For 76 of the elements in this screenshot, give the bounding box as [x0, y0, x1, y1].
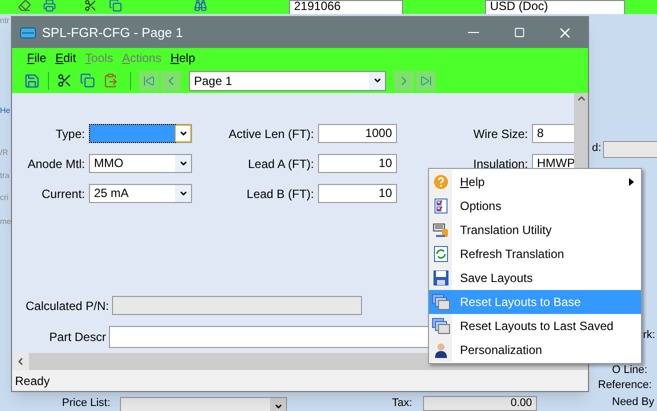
menu-item[interactable]: Edit — [55, 49, 76, 67]
dropdown[interactable]: 25 mA — [89, 184, 192, 203]
caret-icon — [178, 189, 188, 198]
menu-item[interactable]: File — [27, 49, 46, 67]
copy-icon[interactable] — [109, 0, 122, 12]
form-label: Part Descr — [48, 329, 106, 346]
input-field[interactable] — [603, 141, 657, 158]
form-label: Lead A (FT): — [246, 156, 314, 172]
form-label: Calculated P/N: — [24, 298, 109, 314]
save-icon[interactable] — [24, 72, 40, 88]
form-label: me — [0, 217, 12, 227]
status-text: Ready — [15, 372, 50, 390]
first-page-icon — [143, 74, 155, 86]
dropdown[interactable] — [89, 124, 192, 143]
menu-item[interactable]: Options — [429, 194, 641, 218]
layers-icon — [432, 294, 450, 310]
form-label: tra — [0, 171, 10, 181]
caret-icon — [178, 159, 188, 168]
refresh-icon — [434, 246, 448, 262]
form-label: Tax: — [392, 397, 412, 410]
keyboard-icon — [432, 222, 448, 238]
form-label: Anode Mtl: — [26, 156, 85, 172]
form-label: /R — [0, 148, 8, 158]
menu-item[interactable]: Reset Layouts to Last Saved — [429, 314, 641, 338]
last-page-icon — [420, 74, 432, 86]
form-label: Reference: — [598, 379, 652, 392]
form-label: Need By — [612, 396, 654, 409]
scissors-icon[interactable] — [57, 73, 72, 88]
form-label: rk: — [643, 329, 656, 342]
form-label: cri — [0, 193, 8, 203]
menu-item[interactable]: Save Layouts — [429, 266, 641, 290]
menu-item[interactable]: Refresh Translation — [429, 242, 641, 266]
last-page-button[interactable] — [416, 70, 436, 90]
form-label: d: — [592, 142, 602, 155]
help-icon — [432, 174, 448, 190]
menu-item[interactable]: Help — [429, 170, 641, 194]
form-label: Wire Size: — [472, 126, 528, 142]
menu-item[interactable]: Personalization — [429, 338, 641, 362]
menu-item[interactable]: Translation Utility — [429, 218, 641, 242]
record-field[interactable]: 2191066 — [289, 0, 403, 14]
window-title: SPL-FGR-CFG - Page 1 — [42, 24, 184, 42]
binoculars-icon[interactable] — [194, 0, 207, 12]
input-field[interactable]: 10 — [318, 154, 397, 173]
copy-icon[interactable] — [80, 73, 95, 88]
form-label: O Line: — [612, 364, 648, 377]
form-label: ntr — [0, 16, 10, 26]
dropdown[interactable]: MMO — [89, 154, 192, 173]
menu-item[interactable]: Help — [170, 49, 196, 67]
input-field[interactable]: 8 — [532, 124, 574, 143]
caret-icon — [274, 402, 282, 411]
paste-icon[interactable] — [103, 73, 118, 88]
input-field[interactable]: 10 — [318, 184, 397, 203]
page-dropdown[interactable]: Page 1 — [189, 70, 386, 90]
save-icon — [432, 270, 448, 286]
minimize-icon — [468, 32, 478, 33]
form-label: Current: — [40, 186, 85, 202]
app-icon — [20, 26, 36, 38]
eraser-icon[interactable] — [18, 0, 31, 12]
form-label: Insulation: — [472, 156, 528, 172]
printer-icon[interactable] — [43, 0, 56, 12]
form-label: Lead B (FT): — [246, 186, 314, 202]
form-label: Active Len (FT): — [228, 126, 314, 142]
input-field[interactable]: 0.00 — [423, 396, 537, 411]
caret-icon — [178, 129, 188, 138]
first-page-button[interactable] — [139, 70, 159, 90]
layers-icon — [432, 318, 450, 334]
form-label: He — [0, 106, 10, 116]
person-icon — [434, 342, 448, 358]
form-label: Type: — [54, 126, 85, 142]
input-field[interactable]: 1000 — [318, 124, 397, 143]
form-label: Price List: — [62, 397, 110, 410]
maximize-icon — [514, 27, 524, 38]
checklist-icon — [434, 198, 448, 214]
caret-icon — [372, 76, 382, 85]
currency-field[interactable]: USD (Doc) — [485, 0, 625, 14]
scissors-icon[interactable] — [84, 0, 97, 12]
